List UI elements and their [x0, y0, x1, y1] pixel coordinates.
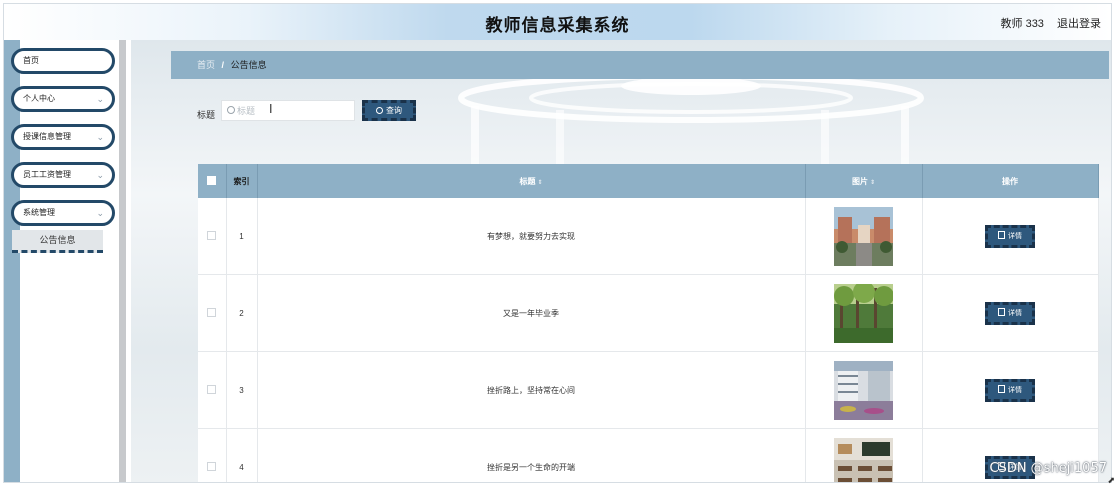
detail-button[interactable]: 详情 [985, 378, 1035, 402]
row-title: 挫折是另一个生命的开端 [257, 428, 806, 482]
garden-trees-photo[interactable] [834, 283, 893, 343]
row-image-cell [805, 351, 923, 429]
sidebar-item-system-management[interactable]: 系统管理 ⌄ [11, 200, 115, 226]
select-all-cell [198, 164, 227, 198]
table-row: 3 挫折路上，坚持常在心间 详情 [198, 351, 1099, 429]
select-all-checkbox[interactable] [207, 175, 217, 185]
column-header-image-label: 图片 [851, 176, 868, 186]
chevron-down-icon: ⌄ [96, 208, 104, 218]
classroom-photo[interactable] [834, 437, 893, 483]
sidebar-item-home[interactable]: 首页 [11, 48, 115, 74]
column-header-index: 索引 [226, 164, 258, 198]
row-actions-cell: 详情 [922, 274, 1099, 352]
row-actions-cell: 详情 [922, 351, 1099, 429]
row-checkbox[interactable] [207, 307, 217, 317]
detail-button[interactable]: 详情 [985, 224, 1035, 248]
sidebar: 首页 个人中心 ⌄ 授课信息管理 ⌄ 员工工资管理 ⌄ 系统管理 ⌄ 公告信息 [4, 40, 131, 482]
document-icon [998, 307, 1005, 316]
sidebar-item-label: 员工工资管理 [23, 170, 71, 179]
document-icon [998, 230, 1005, 239]
sidebar-item-course-management[interactable]: 授课信息管理 ⌄ [11, 124, 115, 150]
row-checkbox[interactable] [207, 384, 217, 394]
chevron-down-icon: ⌄ [96, 132, 104, 142]
main-content: 首页 / 公告信息 标题 I 查询 [131, 40, 1111, 482]
table-row: 2 又是一年毕业季 详情 [198, 274, 1099, 352]
row-title: 又是一年毕业季 [257, 274, 806, 352]
sidebar-item-label: 系统管理 [23, 208, 55, 217]
table-header-row: 索引 标题 ⇕ 图片 ⇕ 操作 [198, 164, 1099, 198]
row-actions-cell: 详情 [922, 198, 1099, 275]
document-icon [998, 384, 1005, 393]
row-title: 挫折路上，坚持常在心间 [257, 351, 806, 429]
search-icon [227, 106, 235, 114]
search-input[interactable] [237, 103, 347, 118]
sort-icon[interactable]: ⇕ [870, 180, 875, 186]
sidebar-item-salary-management[interactable]: 员工工资管理 ⌄ [11, 162, 115, 188]
detail-button[interactable]: 详情 [985, 301, 1035, 325]
query-button-label: 查询 [386, 106, 402, 115]
breadcrumb: 首页 / 公告信息 [171, 51, 1109, 79]
logout-link[interactable]: 退出登录 [1057, 18, 1101, 30]
column-header-title[interactable]: 标题 ⇕ [257, 164, 806, 198]
sidebar-item-label: 个人中心 [23, 94, 55, 103]
sidebar-item-label: 授课信息管理 [23, 132, 71, 141]
library-atrium-photo[interactable] [834, 360, 893, 420]
app-title: 教师信息采集系统 [485, 16, 630, 35]
campus-building-photo[interactable] [834, 206, 893, 266]
header-user-area: 教师 333 退出登录 [991, 15, 1101, 31]
search-icon [376, 107, 383, 114]
header-bar: 教师信息采集系统 教师 333 退出登录 [4, 4, 1111, 40]
chevron-down-icon: ⌄ [96, 94, 104, 104]
row-checkbox[interactable] [207, 230, 217, 240]
sidebar-divider [119, 40, 126, 482]
column-header-title-label: 标题 [519, 176, 536, 186]
sidebar-subitem-announcements[interactable]: 公告信息 [12, 230, 103, 253]
current-user: 教师 333 [1000, 18, 1044, 30]
table-row: 4 挫折是另一个生命的开端 详情 [198, 428, 1099, 483]
detail-button-label: 详情 [1008, 309, 1022, 317]
breadcrumb-separator: / [221, 60, 225, 70]
row-index: 4 [226, 428, 258, 482]
row-image-cell [805, 198, 923, 275]
announcements-table: 索引 标题 ⇕ 图片 ⇕ 操作 1 有梦想，就要努力去实现 详情 2 又是一年毕… [198, 164, 1099, 483]
column-header-actions: 操作 [922, 164, 1099, 198]
detail-button-label: 详情 [1008, 386, 1022, 394]
query-button[interactable]: 查询 [362, 100, 416, 121]
breadcrumb-current: 公告信息 [230, 60, 267, 70]
watermark-text: CSDN @sheji1057 [989, 461, 1107, 476]
row-index: 2 [226, 274, 258, 352]
sidebar-item-label: 首页 [23, 56, 39, 65]
row-select-cell [198, 198, 227, 275]
row-title: 有梦想，就要努力去实现 [257, 198, 806, 275]
sidebar-item-personal-center[interactable]: 个人中心 ⌄ [11, 86, 115, 112]
table-row: 1 有梦想，就要努力去实现 详情 [198, 198, 1099, 275]
row-checkbox[interactable] [207, 461, 217, 471]
row-index: 3 [226, 351, 258, 429]
search-field[interactable] [221, 100, 355, 121]
resize-grip-icon[interactable]: ⬈ [1107, 475, 1115, 486]
column-header-image[interactable]: 图片 ⇕ [805, 164, 923, 198]
row-image-cell [805, 428, 923, 483]
row-image-cell [805, 274, 923, 352]
text-cursor-icon: I [269, 102, 273, 116]
row-select-cell [198, 351, 227, 429]
row-select-cell [198, 428, 227, 482]
sort-icon[interactable]: ⇕ [537, 180, 542, 186]
row-index: 1 [226, 198, 258, 275]
detail-button-label: 详情 [1008, 232, 1022, 240]
search-label: 标题 [197, 110, 216, 120]
breadcrumb-home-link[interactable]: 首页 [197, 60, 215, 70]
row-select-cell [198, 274, 227, 352]
app-window: 教师信息采集系统 教师 333 退出登录 首页 个人中心 ⌄ 授课信息管理 ⌄ … [3, 3, 1112, 483]
chevron-down-icon: ⌄ [96, 170, 104, 180]
